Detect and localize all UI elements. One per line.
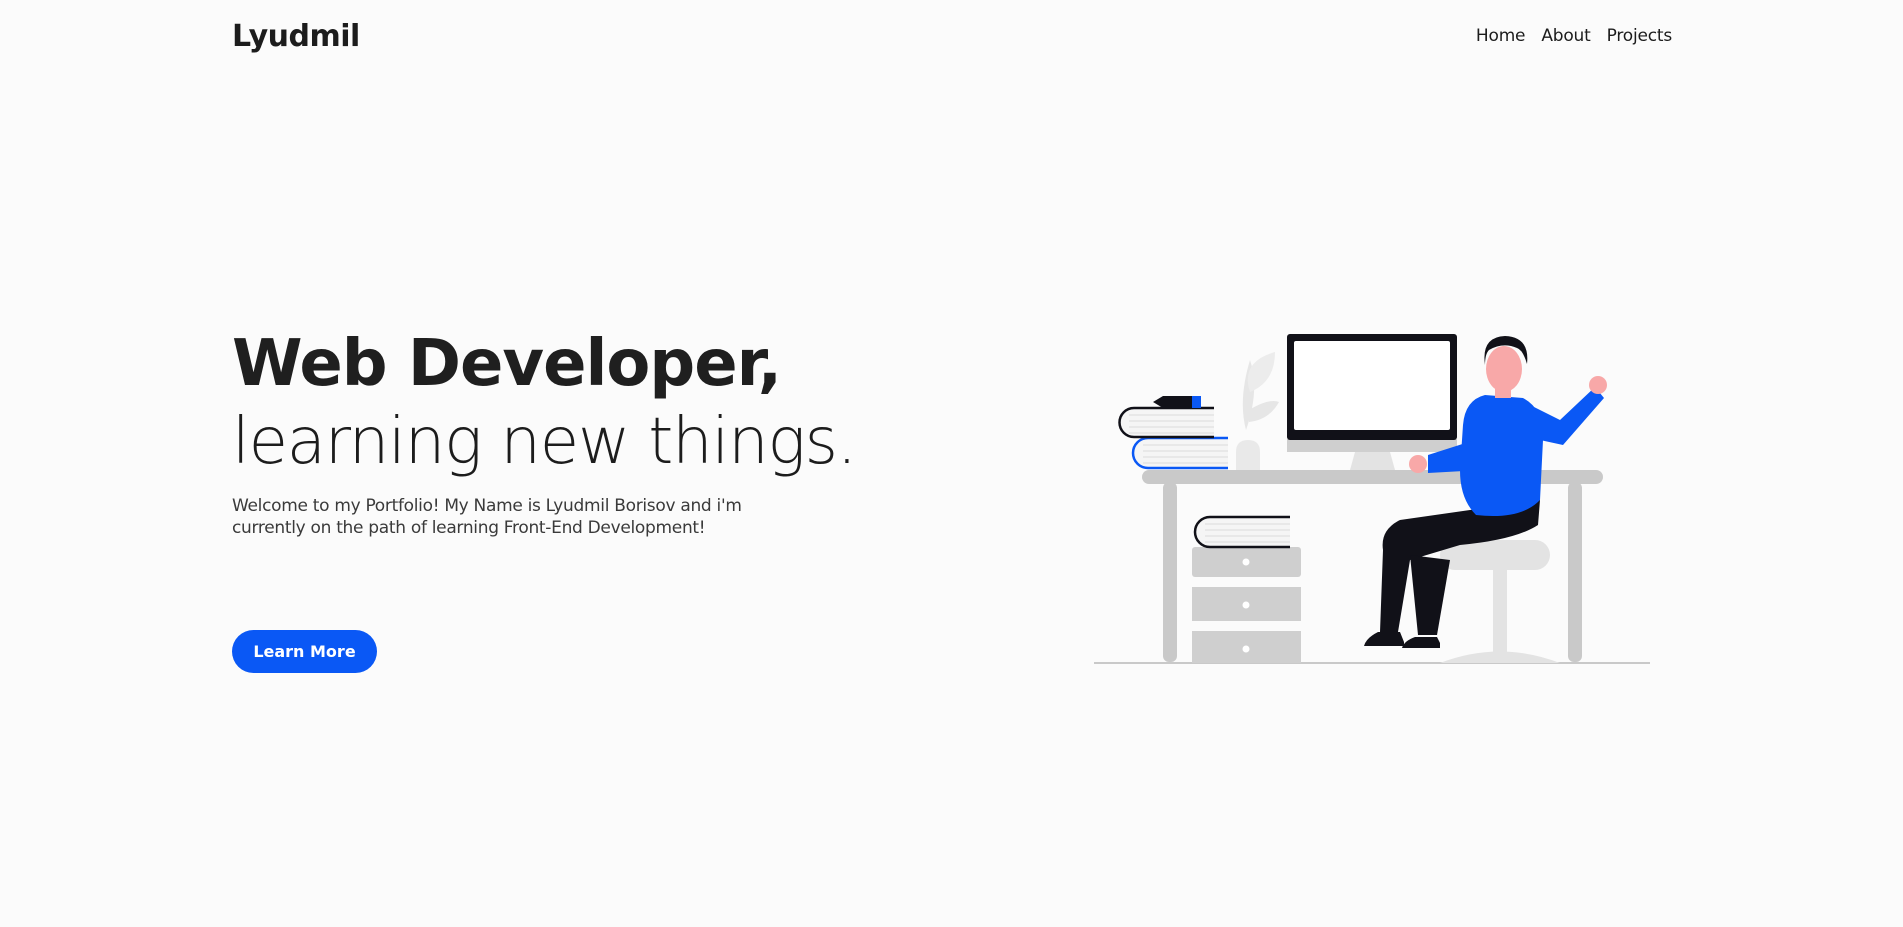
book-on-drawer — [1193, 515, 1290, 549]
hero-section: Web Developer, learning new things. Welc… — [232, 325, 857, 539]
hero-headline: Web Developer, — [232, 325, 832, 403]
nav-link-about[interactable]: About — [1541, 26, 1590, 46]
book-stack — [1118, 396, 1228, 470]
stool — [1440, 540, 1560, 663]
plant-vase — [1236, 352, 1279, 470]
nav-link-projects[interactable]: Projects — [1607, 26, 1673, 46]
portfolio-page: Lyudmil Home About Projects Web Develope… — [0, 0, 1903, 927]
headline-comma: , — [757, 327, 782, 401]
nav-link-home[interactable]: Home — [1476, 26, 1526, 46]
developer-at-desk-illustration — [1094, 334, 1650, 664]
drawer-unit — [1192, 547, 1301, 663]
site-header: Lyudmil Home About Projects — [232, 14, 1672, 58]
headline-strong: Web Developer — [232, 327, 759, 401]
monitor — [1287, 334, 1457, 470]
logo[interactable]: Lyudmil — [232, 19, 360, 54]
main-nav: Home About Projects — [1476, 26, 1672, 46]
hero-intro: Welcome to my Portfolio! My Name is Lyud… — [232, 496, 742, 538]
hero-subheadline: learning new things. — [232, 405, 857, 479]
learn-more-button[interactable]: Learn More — [232, 630, 377, 673]
